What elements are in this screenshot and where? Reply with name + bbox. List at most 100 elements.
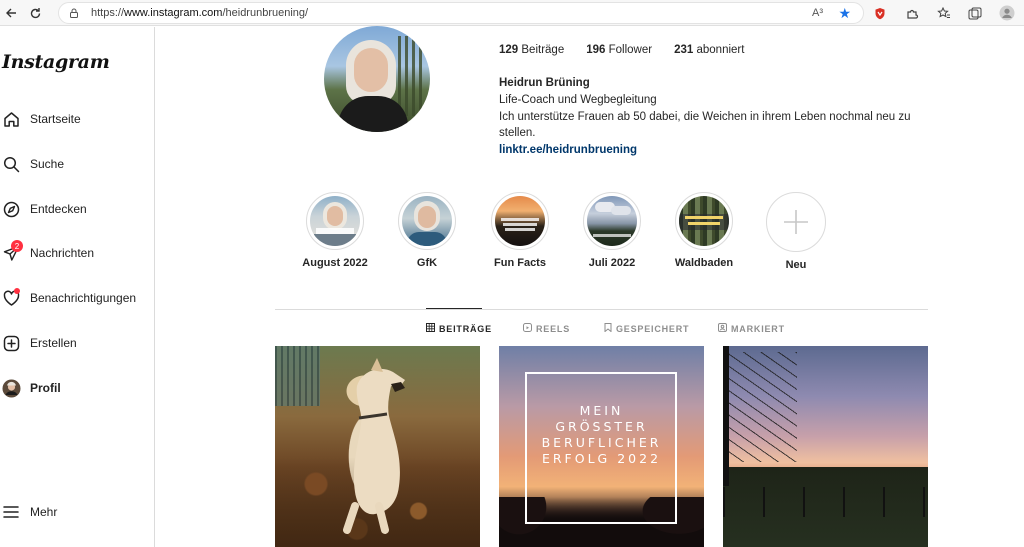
post-text-line: GRÖSSTER (555, 419, 648, 434)
hamburger-menu-icon (1, 502, 21, 522)
tabs-divider (275, 309, 928, 310)
sidebar-item-profil[interactable]: Profil (0, 374, 150, 402)
tab-beitraege[interactable]: BEITRÄGE (426, 323, 492, 334)
compass-icon (1, 199, 21, 219)
following-count-label: abonniert (696, 44, 745, 56)
sidebar-item-entdecken[interactable]: Entdecken (0, 195, 150, 223)
highlight-juli-2022[interactable]: Juli 2022 (572, 192, 652, 269)
sidebar-item-label: Entdecken (30, 202, 87, 216)
highlight-ring (306, 192, 364, 250)
tab-label: BEITRÄGE (439, 323, 492, 334)
post-thumbnail[interactable] (275, 346, 480, 547)
highlight-image (587, 196, 637, 246)
grid-icon (426, 323, 435, 334)
profile-name: Heidrun Brüning (499, 77, 590, 89)
post-thumbnail[interactable] (723, 346, 928, 547)
highlight-image (402, 196, 452, 246)
sidebar-item-label: Startseite (30, 112, 81, 126)
post-overlay-text: MEIN GRÖSSTER BERUFLICHER ERFOLG 2022 (519, 403, 684, 467)
followers-count[interactable]: 196 Follower (586, 44, 652, 56)
bio-line: Ich unterstütze Frauen ab 50 dabei, die … (499, 110, 911, 140)
tab-reels[interactable]: REELS (523, 323, 570, 334)
post-text-line: MEIN (579, 403, 624, 418)
plus-square-icon (1, 333, 21, 353)
extensions-puzzle-icon[interactable] (903, 4, 921, 22)
instagram-logo[interactable]: Instagram (2, 51, 110, 73)
tab-label: GESPEICHERT (616, 323, 690, 334)
profile-bio: Heidrun Brüning Life-Coach und Wegbeglei… (499, 75, 919, 159)
highlight-ring (766, 192, 826, 252)
bio-line: Life-Coach und Wegbegleitung (499, 93, 657, 106)
followers-count-value: 196 (586, 44, 606, 56)
dog-image (343, 358, 405, 534)
following-count[interactable]: 231 abonniert (674, 44, 744, 56)
post-text-line: ERFOLG 2022 (541, 451, 662, 466)
browser-profile-icon[interactable] (998, 4, 1016, 22)
home-icon (1, 109, 21, 129)
sidebar: Instagram Startseite Suche Entdecken 2 N… (0, 27, 155, 547)
shield-extension-icon[interactable] (871, 4, 889, 22)
notification-badge: 2 (11, 240, 23, 252)
tab-markiert[interactable]: MARKIERT (718, 323, 785, 334)
sidebar-item-mehr[interactable]: Mehr (0, 498, 150, 526)
favorite-star-icon[interactable]: ★ (838, 5, 851, 22)
tab-gespeichert[interactable]: GESPEICHERT (604, 323, 689, 334)
highlight-image (679, 196, 729, 246)
highlight-new[interactable]: Neu (756, 192, 836, 271)
sidebar-item-label: Benachrichtigungen (30, 291, 137, 305)
posts-count-value: 129 (499, 44, 519, 56)
highlight-label: Juli 2022 (588, 257, 636, 269)
post-tree (723, 346, 783, 486)
highlight-label: August 2022 (302, 257, 368, 269)
notification-dot (14, 288, 20, 294)
avatar-trees (398, 36, 424, 116)
sidebar-item-suche[interactable]: Suche (0, 150, 150, 178)
highlight-waldbaden[interactable]: Waldbaden (664, 192, 744, 269)
address-bar[interactable]: https://www.instagram.com/heidrunbruenin… (58, 2, 864, 24)
lock-icon (70, 8, 78, 18)
sidebar-item-label: Mehr (30, 505, 58, 519)
collections-icon[interactable] (966, 4, 984, 22)
tab-label: MARKIERT (731, 323, 785, 334)
post-thumbnail[interactable]: MEIN GRÖSSTER BERUFLICHER ERFOLG 2022 (499, 346, 704, 547)
reels-icon (523, 323, 532, 334)
bio-link[interactable]: linktr.ee/heidrunbruening (499, 142, 919, 159)
post-text-line: BERUFLICHER (541, 435, 662, 450)
url-host: www.instagram.com (124, 7, 223, 19)
browser-toolbar: https://www.instagram.com/heidrunbruenin… (0, 0, 1024, 26)
sidebar-item-label: Suche (30, 157, 65, 171)
reload-icon[interactable] (24, 2, 46, 24)
sidebar-item-erstellen[interactable]: Erstellen (0, 329, 150, 357)
profile-avatar[interactable] (324, 26, 430, 132)
posts-count: 129 Beiträge (499, 44, 564, 56)
followers-count-label: Follower (608, 44, 653, 56)
active-tab-indicator (426, 308, 482, 309)
sidebar-item-label: Erstellen (30, 336, 77, 350)
bookmark-icon (604, 323, 612, 334)
search-icon (1, 154, 21, 174)
favorites-list-icon[interactable] (935, 4, 953, 22)
sidebar-item-nachrichten[interactable]: 2 Nachrichten (0, 239, 150, 267)
highlight-label: GfK (416, 257, 438, 269)
highlight-label: Neu (785, 259, 807, 271)
highlight-august-2022[interactable]: August 2022 (295, 192, 375, 269)
highlight-fun-facts[interactable]: Fun Facts (480, 192, 560, 269)
url-text: https://www.instagram.com/heidrunbruenin… (91, 7, 308, 19)
sidebar-item-startseite[interactable]: Startseite (0, 105, 150, 133)
highlight-label: Waldbaden (674, 257, 734, 269)
heart-icon (1, 288, 21, 308)
avatar (1, 378, 21, 398)
messenger-icon: 2 (1, 240, 23, 263)
url-prefix: https:// (91, 7, 125, 19)
post-fence (275, 346, 320, 406)
posts-count-label: Beiträge (521, 44, 565, 56)
tag-icon (718, 323, 727, 334)
following-count-value: 231 (674, 44, 694, 56)
highlight-image (495, 196, 545, 246)
back-icon[interactable] (0, 2, 22, 24)
highlight-gfk[interactable]: GfK (387, 192, 467, 269)
highlight-ring (491, 192, 549, 250)
sidebar-item-benachrichtigungen[interactable]: Benachrichtigungen (0, 284, 150, 312)
url-path: /heidrunbruening/ (222, 7, 309, 19)
read-aloud-icon[interactable]: A³ (812, 7, 823, 19)
